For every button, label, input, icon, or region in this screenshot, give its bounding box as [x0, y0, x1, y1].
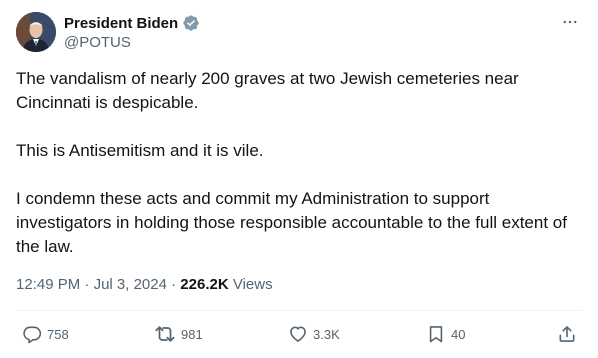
- tweet-header: President Biden @POTUS: [16, 12, 582, 54]
- author-names: President Biden @POTUS: [64, 13, 200, 51]
- share-button[interactable]: [557, 322, 577, 346]
- bookmark-count: 40: [451, 326, 466, 342]
- tweet-timestamp[interactable]: 12:49 PM · Jul 3, 2024: [16, 276, 167, 293]
- portrait-avatar-icon: [16, 12, 56, 52]
- reply-count: 758: [47, 326, 69, 342]
- repost-icon: [155, 326, 175, 342]
- repost-count: 981: [181, 326, 203, 342]
- tweet-card: President Biden @POTUS The vandalism of …: [0, 0, 598, 358]
- tweet-paragraph: I condemn these acts and commit my Admin…: [16, 189, 567, 256]
- tweet-time: 12:49 PM: [16, 276, 81, 293]
- views-count: 226.2K: [180, 276, 229, 293]
- divider: [16, 310, 582, 311]
- display-name-row: President Biden: [64, 13, 200, 33]
- bookmark-icon: [429, 326, 443, 343]
- display-name[interactable]: President Biden: [64, 15, 178, 32]
- action-bar: 758 981 3.3K 40: [16, 322, 582, 346]
- verified-badge-icon[interactable]: [182, 14, 200, 32]
- tweet-date: Jul 3, 2024: [93, 276, 167, 293]
- tweet-paragraph: This is Antisemitism and it is vile.: [16, 141, 264, 160]
- repost-button[interactable]: 981: [154, 322, 203, 346]
- like-count: 3.3K: [313, 326, 340, 342]
- tweet-text: The vandalism of nearly 200 graves at tw…: [16, 67, 582, 259]
- reply-icon: [23, 326, 42, 344]
- meta-separator: ·: [171, 276, 177, 293]
- avatar[interactable]: [16, 12, 56, 52]
- tweet-metadata: 12:49 PM · Jul 3, 2024 · 226.2K Views: [16, 275, 273, 295]
- tweet-paragraph: The vandalism of nearly 200 graves at tw…: [16, 69, 519, 112]
- like-button[interactable]: 3.3K: [288, 322, 340, 346]
- views-label: Views: [232, 276, 273, 293]
- more-options-icon[interactable]: [558, 12, 582, 32]
- bookmark-button[interactable]: 40: [426, 322, 465, 346]
- heart-icon: [290, 326, 306, 342]
- reply-button[interactable]: 758: [22, 322, 69, 346]
- meta-separator: ·: [84, 276, 90, 293]
- share-icon: [559, 326, 575, 342]
- author-handle[interactable]: @POTUS: [64, 34, 200, 51]
